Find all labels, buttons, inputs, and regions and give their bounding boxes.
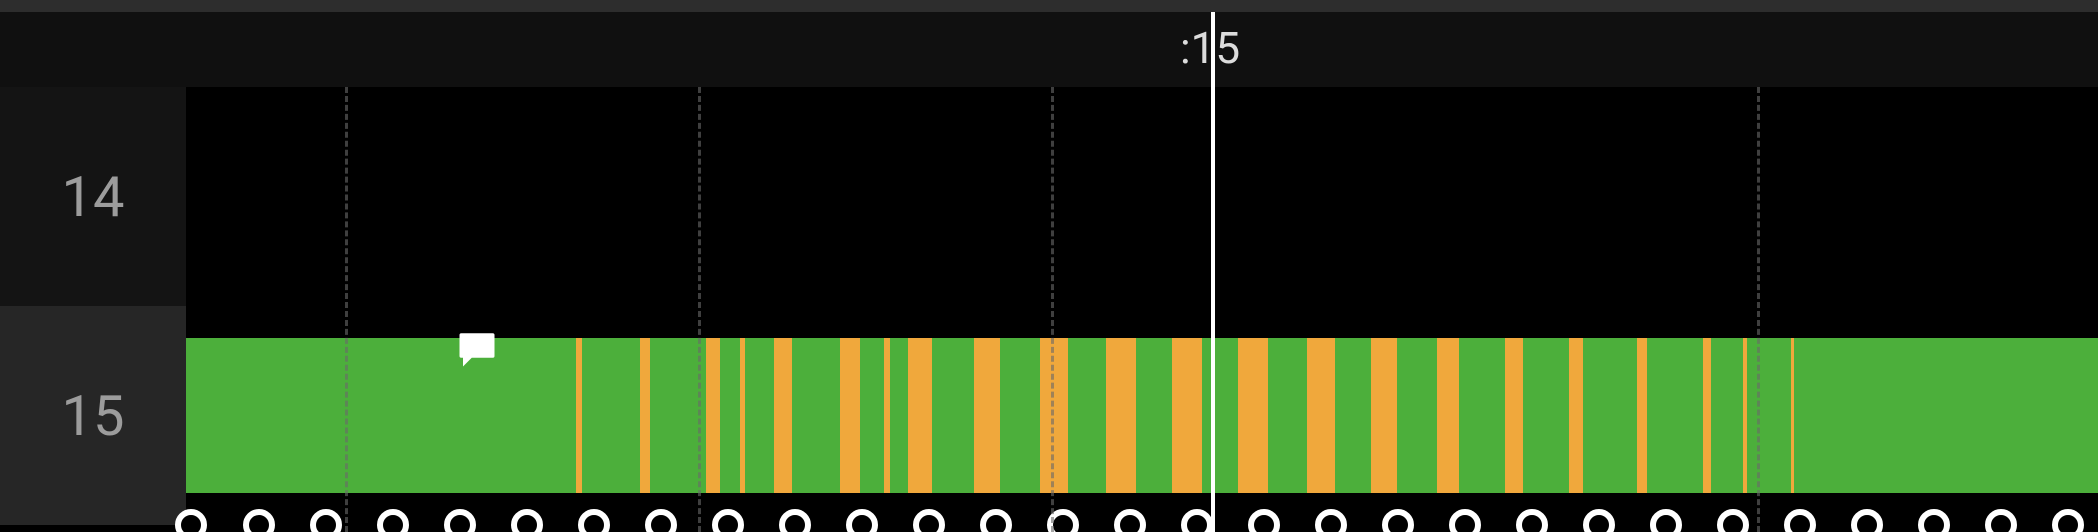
keyframe-dot[interactable]: [1114, 509, 1146, 532]
keyframe-dot[interactable]: [1248, 509, 1280, 532]
clip-stripe: [1637, 338, 1647, 493]
keyframe-dot[interactable]: [444, 509, 476, 532]
playhead[interactable]: [1211, 12, 1215, 532]
keyframe-dot[interactable]: [779, 509, 811, 532]
keyframe-dot[interactable]: [1717, 509, 1749, 532]
clip-stripe: [774, 338, 792, 493]
keyframe-dot[interactable]: [1985, 509, 2017, 532]
time-ruler[interactable]: :15: [0, 12, 2098, 87]
clip-stripe: [740, 338, 745, 493]
keyframe-dot[interactable]: [1583, 509, 1615, 532]
keyframe-dot[interactable]: [243, 509, 275, 532]
keyframe-dot[interactable]: [1382, 509, 1414, 532]
keyframe-dot[interactable]: [645, 509, 677, 532]
timeline-root: :15 14 15: [0, 0, 2098, 532]
clip-stripe: [884, 338, 890, 493]
time-ruler-label: :15: [1180, 22, 1240, 74]
keyframe-dot[interactable]: [377, 509, 409, 532]
clip-stripe: [1307, 338, 1335, 493]
track-lap-14[interactable]: [186, 87, 2098, 306]
clip-stripe: [840, 338, 860, 493]
clip-stripe: [1743, 338, 1747, 493]
clip-stripe: [706, 338, 720, 493]
clip-stripe: [974, 338, 1000, 493]
keyframe-dot[interactable]: [712, 509, 744, 532]
lap-row-15[interactable]: 15: [0, 306, 186, 525]
keyframe-dot[interactable]: [1516, 509, 1548, 532]
lap-gutter: 14 15: [0, 12, 186, 532]
clip-stripe: [1040, 338, 1068, 493]
keyframe-dot[interactable]: [846, 509, 878, 532]
track-lap-15[interactable]: [186, 306, 2098, 525]
keyframe-dot[interactable]: [310, 509, 342, 532]
clip-stripe: [1569, 338, 1583, 493]
window-top-divider: [0, 0, 2098, 12]
comment-marker-icon[interactable]: [456, 328, 498, 370]
keyframe-dot[interactable]: [2052, 509, 2084, 532]
clip-stripe: [908, 338, 932, 493]
clip-stripe: [1371, 338, 1397, 493]
keyframe-dot[interactable]: [1047, 509, 1079, 532]
clip-stripe: [1703, 338, 1711, 493]
clip-stripe: [1505, 338, 1523, 493]
lap-number-label: 15: [62, 383, 125, 449]
keyframe-dot[interactable]: [1851, 509, 1883, 532]
keyframe-dot[interactable]: [1650, 509, 1682, 532]
keyframe-dot[interactable]: [1315, 509, 1347, 532]
clip-stripe: [1791, 338, 1794, 493]
tracks-area[interactable]: [186, 87, 2098, 532]
clip-stripe: [1106, 338, 1136, 493]
keyframe-dot[interactable]: [578, 509, 610, 532]
keyframe-dot[interactable]: [980, 509, 1012, 532]
clip-stripe: [1437, 338, 1459, 493]
keyframe-dot[interactable]: [1918, 509, 1950, 532]
keyframe-dot[interactable]: [913, 509, 945, 532]
clip-stripe: [576, 338, 582, 493]
lap-number-label: 14: [62, 164, 125, 230]
lap-gutter-header: [0, 12, 186, 87]
keyframe-dot[interactable]: [175, 509, 207, 532]
clip-stripe: [1238, 338, 1268, 493]
lap-row-14[interactable]: 14: [0, 87, 186, 306]
clip-stripe: [640, 338, 650, 493]
keyframe-dot[interactable]: [1181, 509, 1213, 532]
clip-stripe: [1172, 338, 1202, 493]
keyframe-dot[interactable]: [1449, 509, 1481, 532]
keyframe-dot[interactable]: [511, 509, 543, 532]
keyframe-dot[interactable]: [1784, 509, 1816, 532]
